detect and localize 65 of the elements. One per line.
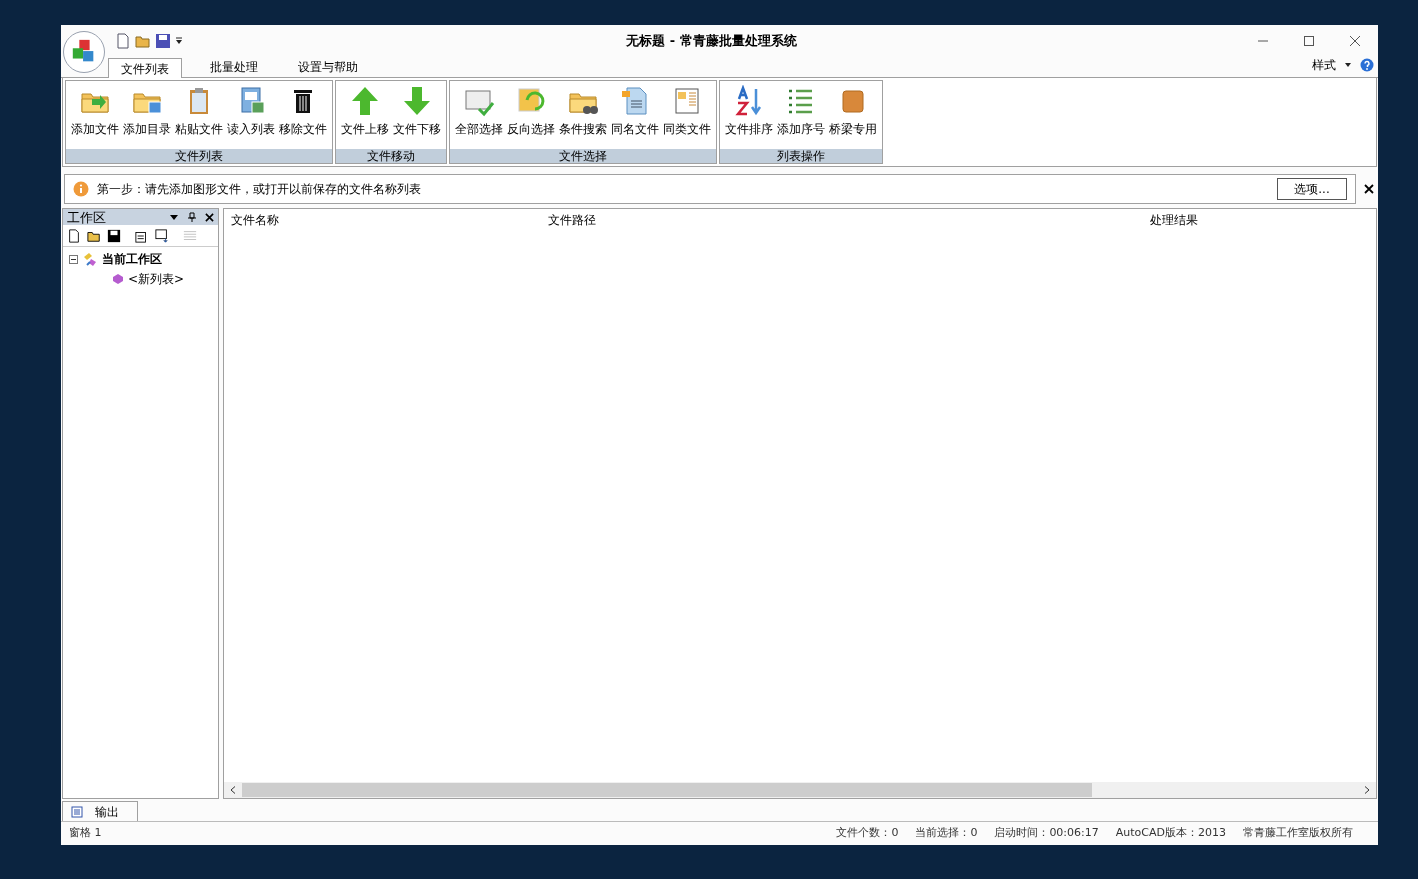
collapse-toggle-icon[interactable] xyxy=(69,254,78,264)
info-icon xyxy=(73,181,89,197)
gem-icon xyxy=(112,273,124,285)
horizontal-scrollbar[interactable] xyxy=(224,782,1376,798)
scroll-left-icon xyxy=(230,786,236,794)
ribbon-button[interactable]: 同名文件 xyxy=(609,85,661,149)
column-header[interactable]: 文件路径 xyxy=(548,211,1150,229)
ribbon-button[interactable]: 文件上移 xyxy=(339,85,391,149)
app-logo-button[interactable] xyxy=(63,31,105,73)
save-icon xyxy=(107,228,121,243)
status-text: AutoCAD版本：2013 xyxy=(1115,825,1226,842)
status-text: 常青藤工作室版权所有 xyxy=(1243,825,1353,842)
options-button[interactable]: 选项... xyxy=(1277,178,1347,200)
tree-item[interactable]: 当前工作区 xyxy=(102,250,162,268)
pin-icon xyxy=(187,212,197,222)
column-header[interactable]: 文件名称 xyxy=(231,211,548,229)
ribbon-group-label: 文件移动 xyxy=(336,149,446,163)
ribbon-button[interactable]: 桥梁专用 xyxy=(827,85,879,149)
workspace-icon xyxy=(82,251,98,267)
status-text: 启动时间：00:06:17 xyxy=(994,825,1099,842)
style-menu[interactable]: 样式 xyxy=(1312,56,1336,74)
ribbon-button[interactable]: 条件搜索 xyxy=(557,85,609,149)
ribbon-button[interactable]: 同类文件 xyxy=(661,85,713,149)
up-arrow-icon xyxy=(349,85,381,117)
ribbon-button[interactable]: 全部选择 xyxy=(453,85,505,149)
maximize-icon xyxy=(1303,34,1315,47)
ribbon-button[interactable]: 文件下移 xyxy=(391,85,443,149)
column-header[interactable]: 处理结果 xyxy=(1150,211,1376,229)
new-file-icon xyxy=(67,228,81,243)
status-text: 文件个数：0 xyxy=(836,825,899,842)
scroll-right-icon xyxy=(1364,786,1370,794)
ribbon-button[interactable]: 反向选择 xyxy=(505,85,557,149)
down-arrow-icon xyxy=(401,85,433,117)
ribbon-button[interactable]: 移除文件 xyxy=(277,85,329,149)
ribbon-button[interactable]: 粘贴文件 xyxy=(173,85,225,149)
ribbon-group-label: 文件列表 xyxy=(66,149,332,163)
ribbon-group-label: 文件选择 xyxy=(450,149,716,163)
document-icon xyxy=(71,805,83,818)
status-text: 窗格 1 xyxy=(69,825,102,842)
ribbon-tab[interactable]: 批量处理 xyxy=(198,57,270,77)
ribbon-button[interactable]: 添加目录 xyxy=(121,85,173,149)
info-message: 第一步：请先添加图形文件，或打开以前保存的文件名称列表 xyxy=(97,181,421,198)
ribbon-button[interactable]: 读入列表 xyxy=(225,85,277,149)
dropdown-caret-icon xyxy=(169,212,179,222)
ribbon-tab[interactable]: 设置与帮助 xyxy=(286,57,370,77)
grid-icon xyxy=(183,228,197,243)
list-icon xyxy=(155,228,169,243)
close-icon xyxy=(205,212,214,222)
close-icon xyxy=(1364,184,1374,194)
panel-title: 工作区 xyxy=(67,210,107,224)
help-icon xyxy=(1360,58,1374,72)
ribbon-button[interactable]: 添加文件 xyxy=(69,85,121,149)
new-file-icon xyxy=(115,32,131,49)
status-text: 当前选择：0 xyxy=(915,825,978,842)
scrollbar-thumb[interactable] xyxy=(242,783,1092,797)
ribbon-button[interactable]: 文件排序 xyxy=(723,85,775,149)
ribbon-group-label: 列表操作 xyxy=(720,149,882,163)
window-title: 无标题 - 常青藤批量处理系统 xyxy=(625,31,798,50)
ribbon-tab[interactable]: 文件列表 xyxy=(108,58,182,78)
save-icon xyxy=(155,32,171,49)
dropdown-caret-icon xyxy=(1344,61,1352,69)
ribbon-button[interactable]: 添加序号 xyxy=(775,85,827,149)
close-icon xyxy=(1349,34,1361,47)
output-tab[interactable]: 输出 xyxy=(62,801,138,821)
tree-item[interactable]: <新列表> xyxy=(128,270,185,288)
